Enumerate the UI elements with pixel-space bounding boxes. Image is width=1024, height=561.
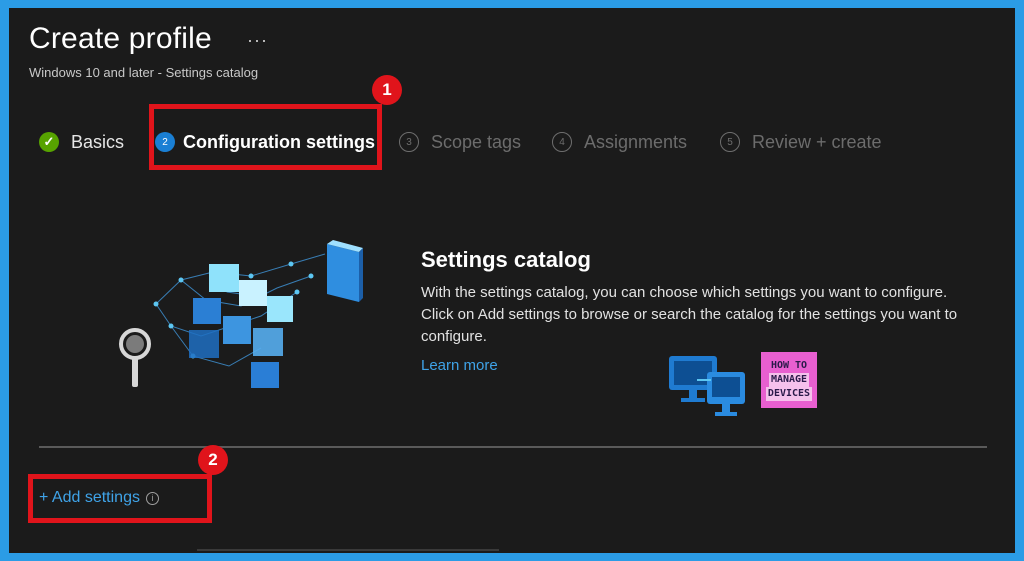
settings-catalog-illustration <box>119 240 363 388</box>
annotation-badge-1: 1 <box>372 75 402 105</box>
step-basics[interactable]: ✓ Basics <box>39 126 124 158</box>
logo-line-2: MANAGE <box>768 373 810 387</box>
step-review-create[interactable]: 5 Review + create <box>720 126 882 158</box>
add-settings-button[interactable]: + Add settings i <box>39 489 159 507</box>
create-profile-panel: Create profile ··· Windows 10 and later … <box>9 8 1015 553</box>
step-label: Basics <box>71 131 125 152</box>
checkmark-icon: ✓ <box>39 132 59 152</box>
logo-text: HOW TO MANAGE DEVICES <box>761 352 817 408</box>
step-label: Assignments <box>584 131 688 152</box>
logo-line-1: HOW TO <box>770 360 808 371</box>
annotation-badge-2: 2 <box>198 445 228 475</box>
catalog-title: Settings catalog <box>421 247 591 272</box>
step-assignments[interactable]: 4 Assignments <box>552 126 687 158</box>
step-number: 4 <box>552 132 572 152</box>
step-label: Review + create <box>752 131 882 152</box>
page-title: Create profile <box>29 22 212 55</box>
step-label: Scope tags <box>431 131 522 152</box>
step-number: 5 <box>720 132 740 152</box>
page-subtitle: Windows 10 and later - Settings catalog <box>29 65 259 80</box>
info-icon[interactable]: i <box>145 491 159 505</box>
how-to-manage-devices-logo: HOW TO MANAGE DEVICES <box>667 350 819 429</box>
step-scope-tags[interactable]: 3 Scope tags <box>399 126 521 158</box>
more-icon[interactable]: ··· <box>247 30 268 51</box>
section-divider <box>39 446 987 448</box>
step-number: 3 <box>399 132 419 152</box>
logo-line-3: DEVICES <box>765 387 813 401</box>
bottom-scroll-line <box>197 549 499 551</box>
add-settings-label: + Add settings <box>39 489 140 506</box>
learn-more-link[interactable]: Learn more <box>421 357 498 374</box>
catalog-description: With the settings catalog, you can choos… <box>421 284 958 345</box>
highlight-box-configuration <box>149 104 382 170</box>
